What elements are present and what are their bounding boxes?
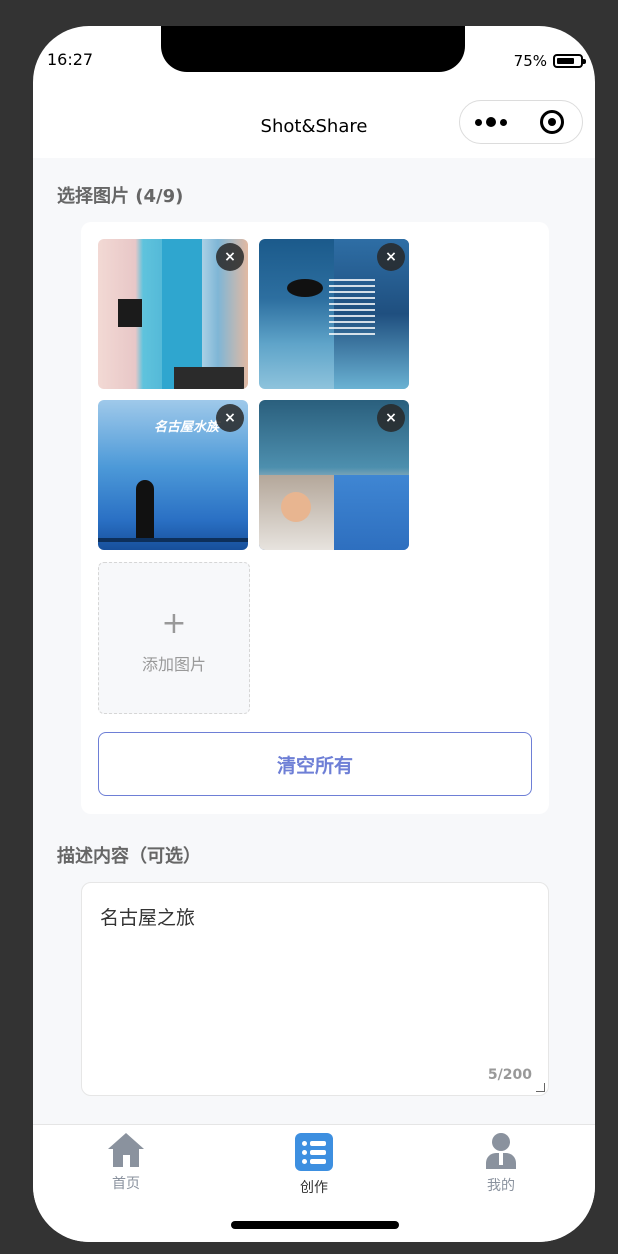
description-value: 名古屋之旅 [100, 907, 196, 929]
nav-bar: Shot&Share [33, 96, 595, 158]
user-icon [486, 1133, 516, 1169]
more-dot-icon [474, 118, 482, 126]
resize-handle-icon[interactable] [536, 1083, 545, 1092]
battery-fill [557, 58, 574, 64]
target-icon [539, 110, 564, 134]
add-image-button[interactable]: + 添加图片 [98, 562, 250, 714]
tab-label: 首页 [112, 1176, 140, 1192]
remove-image-button[interactable]: × [216, 243, 244, 271]
images-section-title: 选择图片 (4/9) [57, 186, 184, 207]
close-mini-program-button[interactable] [521, 110, 582, 134]
description-section-title: 描述内容（可选） [57, 846, 201, 867]
battery-percent: 75% [513, 52, 547, 70]
description-textarea[interactable]: 名古屋之旅 5/200 [81, 882, 549, 1096]
tab-label: 我的 [487, 1178, 515, 1194]
more-dot-icon [499, 118, 507, 126]
remove-image-button[interactable]: × [377, 243, 405, 271]
add-image-label: 添加图片 [141, 655, 206, 674]
photo-caption: 名古屋水族 [154, 420, 220, 435]
remove-image-button[interactable]: × [216, 404, 244, 432]
mini-program-capsule [459, 100, 583, 144]
main-content: 选择图片 (4/9) × × 名古屋水族 × × + 添加图片 清空所有 描述内… [33, 158, 595, 1124]
image-thumbnail[interactable]: 名古屋水族 × [98, 400, 248, 550]
char-counter: 5/200 [487, 1067, 532, 1083]
image-thumbnail[interactable]: × [98, 239, 248, 389]
tab-create[interactable]: 创作 [254, 1133, 374, 1197]
camera-notch [161, 26, 465, 72]
more-dot-icon [485, 117, 496, 127]
list-icon [295, 1133, 333, 1171]
tab-label: 创作 [300, 1180, 328, 1196]
image-thumbnail[interactable]: × [259, 400, 409, 550]
tab-home[interactable]: 首页 [66, 1133, 186, 1193]
more-button[interactable] [460, 117, 521, 127]
image-picker-card: × × 名古屋水族 × × + 添加图片 清空所有 [81, 222, 549, 814]
tab-me[interactable]: 我的 [441, 1133, 561, 1195]
image-thumbnail[interactable]: × [259, 239, 409, 389]
battery-icon [553, 54, 586, 68]
status-time: 16:27 [47, 50, 94, 69]
home-icon [108, 1133, 144, 1167]
remove-image-button[interactable]: × [377, 404, 405, 432]
clear-all-button[interactable]: 清空所有 [98, 732, 532, 796]
phone-screen: 16:27 75% Shot&Share 选择图片 (4/9) × × 名古屋水… [33, 26, 595, 1242]
status-right: 75% [513, 52, 586, 70]
home-indicator [231, 1221, 399, 1229]
plus-icon: + [161, 606, 187, 641]
